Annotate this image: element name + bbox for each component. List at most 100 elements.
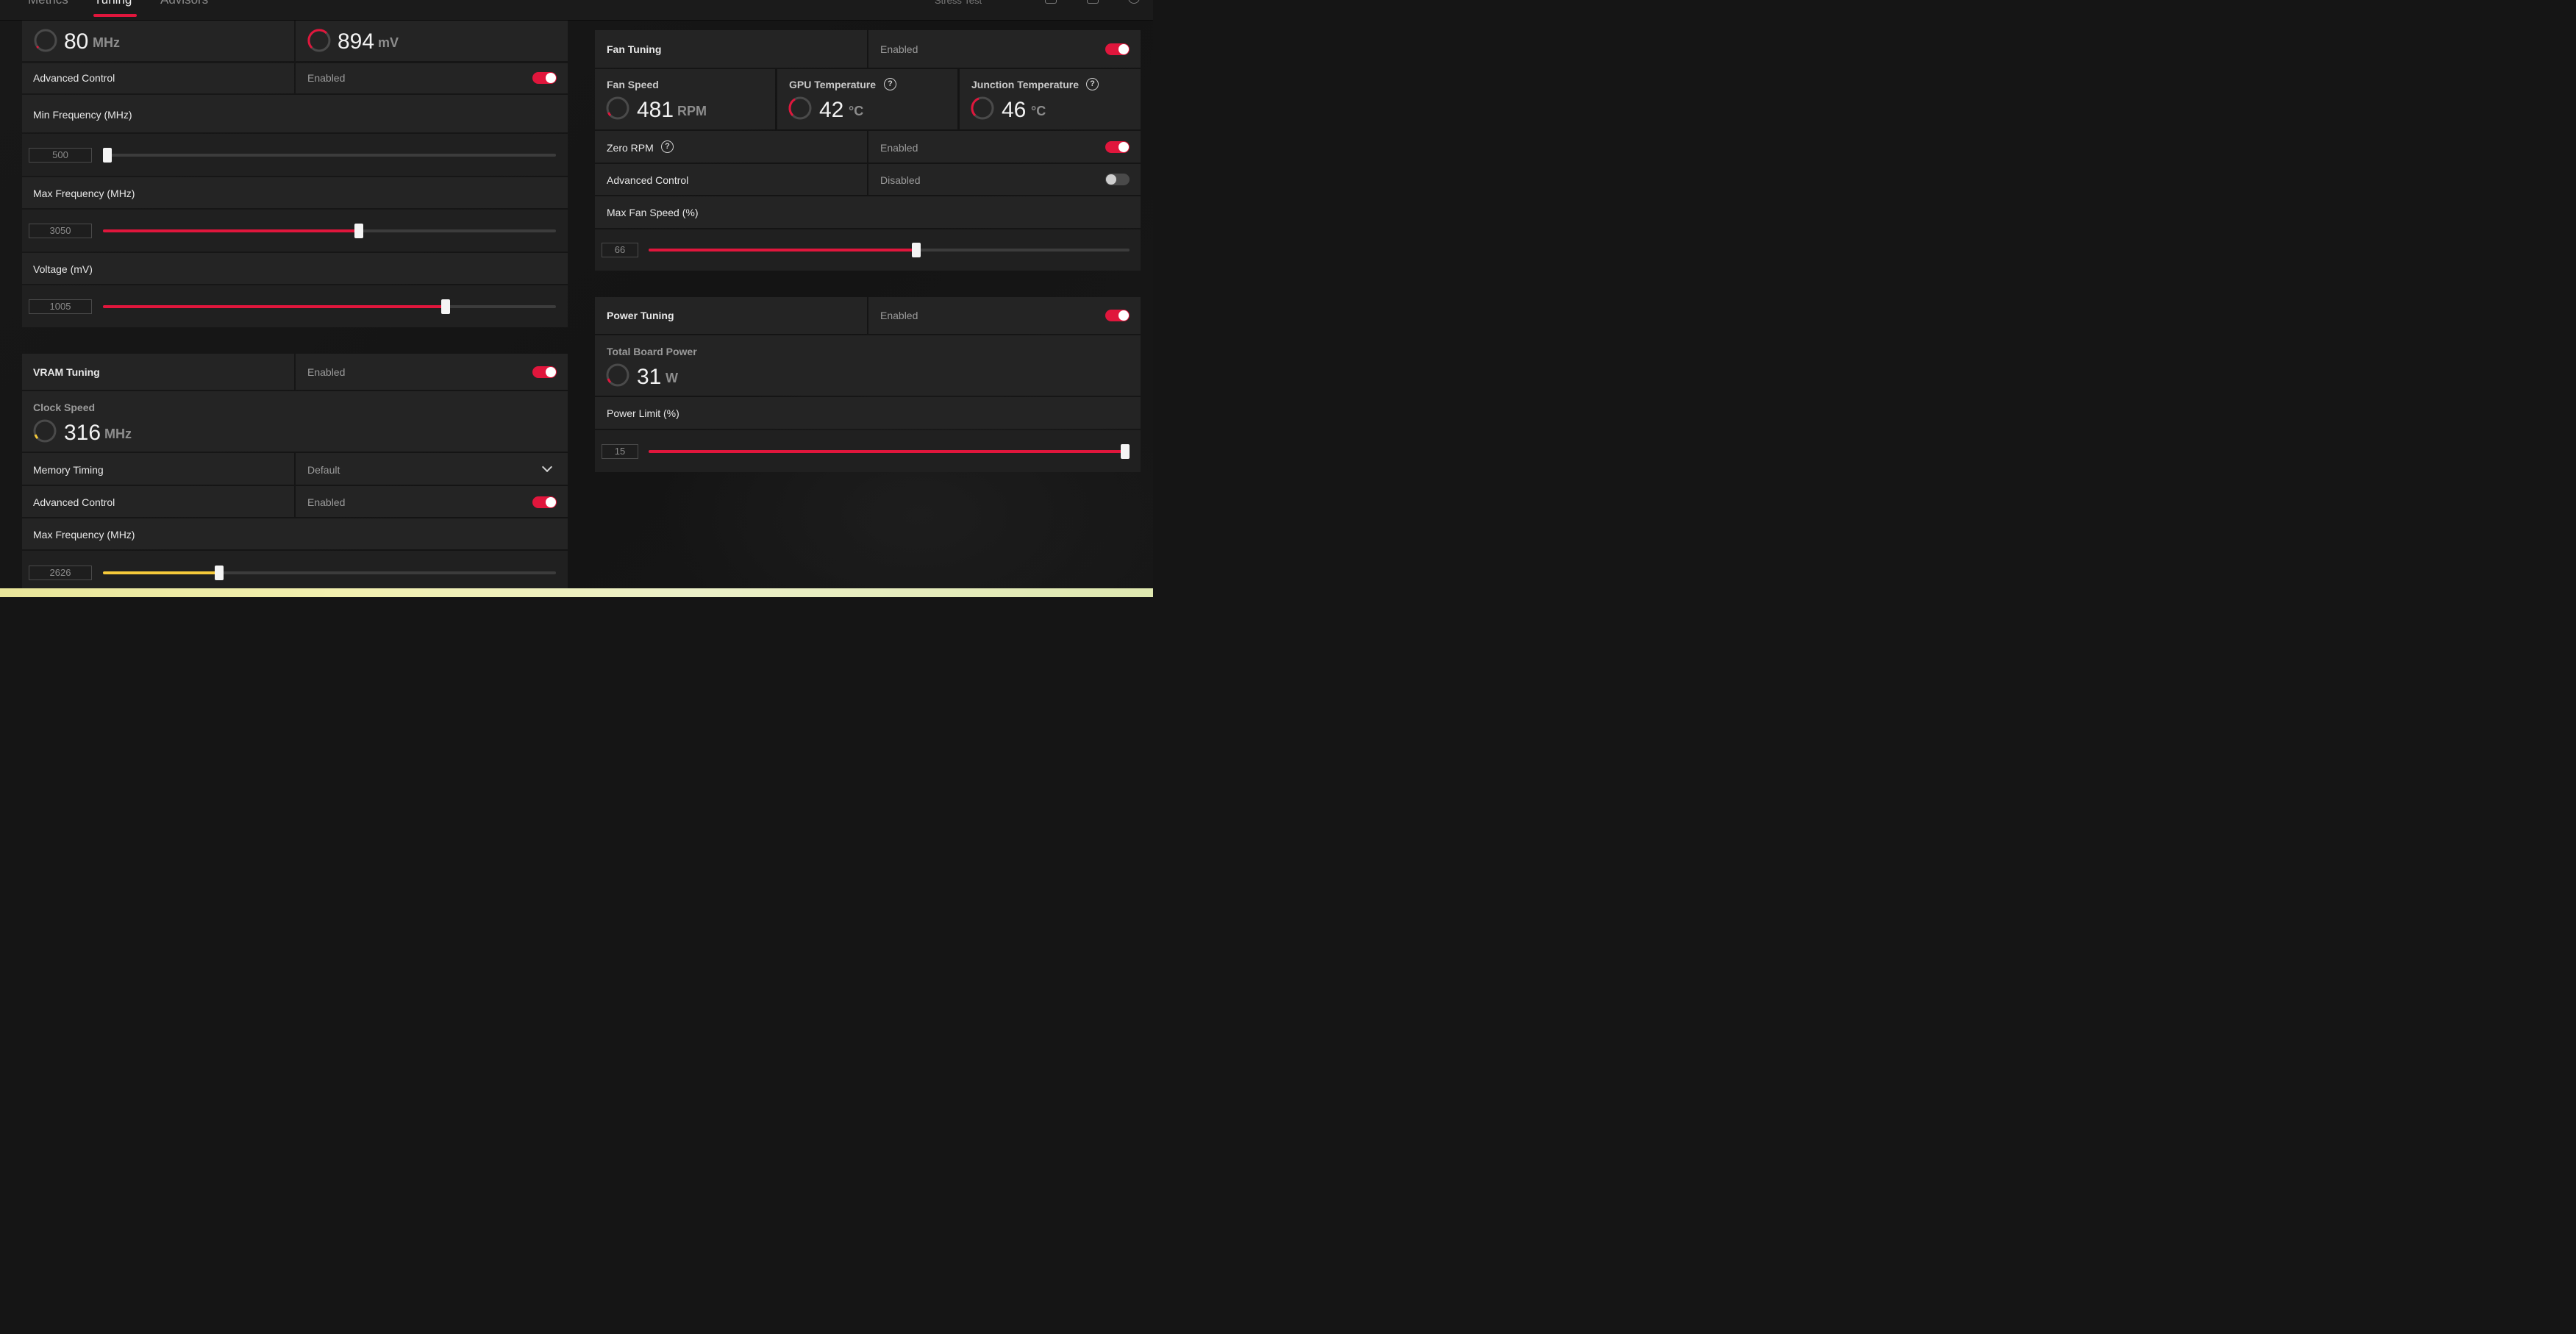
voltage-header: Voltage (mV) — [22, 253, 568, 284]
export-icon[interactable] — [1087, 0, 1099, 4]
junction-temperature-value: 46 — [1002, 98, 1027, 122]
board-power-unit: W — [666, 371, 678, 385]
max-fan-speed-input[interactable]: 66 — [602, 243, 638, 257]
fan-advanced-control-toggle[interactable] — [1105, 174, 1130, 185]
power-limit-thumb[interactable] — [1121, 444, 1130, 459]
max-frequency-thumb[interactable] — [354, 224, 363, 238]
tab-advisors[interactable]: Advisors — [160, 0, 208, 7]
active-tab-indicator — [93, 14, 137, 17]
voltage-slider[interactable] — [103, 299, 556, 314]
zero-rpm-help-icon[interactable]: ? — [661, 140, 674, 153]
gpu-advanced-control-toggle[interactable] — [532, 72, 557, 84]
junction-temperature-gauge-icon — [971, 96, 994, 120]
vram-max-frequency-slider-row: 2626 — [22, 551, 568, 588]
max-frequency-slider-row: 3050 — [22, 210, 568, 252]
max-fan-speed-header: Max Fan Speed (%) — [595, 196, 1141, 228]
gpu-temperature-label: GPU Temperature — [789, 79, 876, 90]
taskbar-strip — [0, 588, 1153, 597]
voltage-slider-row: 1005 — [22, 285, 568, 327]
vram-clock-gauge-icon — [33, 419, 57, 443]
max-frequency-slider[interactable] — [103, 224, 556, 238]
min-frequency-slider[interactable] — [103, 148, 556, 163]
clock-unit: MHz — [93, 35, 120, 50]
power-limit-slider-row: 15 — [595, 430, 1141, 472]
voltage-metric: 894 mV — [296, 21, 568, 61]
fan-advanced-control-label: Advanced Control — [607, 174, 689, 186]
vram-tuning-title: VRAM Tuning — [33, 366, 100, 378]
tab-metrics[interactable]: Metrics — [28, 0, 68, 7]
fan-tuning-state: Enabled — [880, 43, 918, 55]
vram-advanced-control-label: Advanced Control — [33, 496, 115, 508]
junction-temperature-help-icon[interactable]: ? — [1086, 78, 1099, 90]
max-frequency-header: Max Frequency (MHz) — [22, 177, 568, 208]
power-limit-header: Power Limit (%) — [595, 397, 1141, 429]
gpu-temperature-metric: GPU Temperature ? 42 °C — [777, 69, 957, 129]
vram-clock-value: 316 — [64, 421, 101, 445]
board-power-metric: Total Board Power 31 W — [595, 335, 1141, 396]
gpu-advanced-control-state: Enabled — [307, 72, 346, 84]
power-limit-input[interactable]: 15 — [602, 444, 638, 459]
voltage-value: 894 — [338, 29, 375, 54]
voltage-input[interactable]: 1005 — [29, 299, 92, 314]
clock-value: 80 — [64, 29, 89, 54]
board-power-label: Total Board Power — [607, 346, 697, 357]
max-frequency-label: Max Frequency (MHz) — [33, 188, 135, 199]
voltage-thumb[interactable] — [441, 299, 450, 314]
max-fan-speed-slider[interactable] — [649, 243, 1130, 257]
vram-max-frequency-slider[interactable] — [103, 566, 556, 580]
zero-rpm-state-row: Enabled — [868, 131, 1141, 163]
stress-test-label[interactable]: Stress Test — [935, 0, 982, 6]
vram-tuning-header: VRAM Tuning — [22, 354, 294, 390]
gpu-temperature-help-icon[interactable]: ? — [884, 78, 896, 90]
vram-advanced-control-row: Advanced Control — [22, 486, 294, 517]
min-frequency-header: Min Frequency (MHz) — [22, 95, 568, 132]
vram-advanced-control-toggle[interactable] — [532, 496, 557, 508]
vram-tuning-state-row: Enabled — [296, 354, 568, 390]
voltage-unit: mV — [378, 35, 399, 50]
fan-advanced-control-row: Advanced Control — [595, 164, 867, 195]
save-icon[interactable] — [1045, 0, 1057, 4]
memory-timing-dropdown[interactable]: Default — [296, 453, 568, 485]
max-fan-speed-thumb[interactable] — [912, 243, 921, 257]
vram-tuning-panel: VRAM Tuning Enabled Clock Speed 316 MHz … — [22, 354, 568, 588]
min-frequency-input[interactable]: 500 — [29, 148, 92, 163]
vram-max-frequency-input[interactable]: 2626 — [29, 566, 92, 580]
vram-max-frequency-thumb[interactable] — [215, 566, 224, 580]
zero-rpm-row: Zero RPM ? — [595, 131, 867, 163]
reset-icon[interactable] — [1128, 0, 1140, 4]
board-power-value: 31 — [637, 365, 662, 389]
junction-temperature-metric: Junction Temperature ? 46 °C — [960, 69, 1141, 129]
fan-tuning-toggle[interactable] — [1105, 43, 1130, 55]
more-options-icon[interactable]: ••• — [994, 0, 1009, 6]
gpu-temperature-value: 42 — [819, 98, 844, 122]
max-frequency-input[interactable]: 3050 — [29, 224, 92, 238]
fan-advanced-control-state: Disabled — [880, 174, 921, 186]
power-limit-slider[interactable] — [649, 444, 1130, 459]
max-fan-speed-label: Max Fan Speed (%) — [607, 207, 699, 218]
vram-clock-unit: MHz — [104, 427, 132, 441]
fan-advanced-control-state-row: Disabled — [868, 164, 1141, 195]
zero-rpm-state: Enabled — [880, 142, 918, 154]
fan-speed-metric: Fan Speed 481 RPM — [595, 69, 775, 129]
vram-tuning-state: Enabled — [307, 366, 346, 378]
min-frequency-thumb[interactable] — [103, 148, 112, 163]
tab-tuning[interactable]: Tuning — [94, 0, 132, 7]
zero-rpm-toggle[interactable] — [1105, 141, 1130, 153]
memory-timing-label: Memory Timing — [33, 464, 104, 476]
fan-speed-label: Fan Speed — [607, 79, 659, 90]
vram-max-frequency-header: Max Frequency (MHz) — [22, 518, 568, 549]
vram-advanced-control-state-row: Enabled — [296, 486, 568, 517]
power-tuning-toggle[interactable] — [1105, 310, 1130, 321]
board-power-gauge-icon — [606, 363, 629, 387]
gpu-advanced-control-label: Advanced Control — [33, 72, 115, 84]
zero-rpm-label: Zero RPM — [607, 142, 654, 154]
max-fan-speed-slider-row: 66 — [595, 229, 1141, 271]
gpu-advanced-control-row: Advanced Control — [22, 63, 294, 93]
power-tuning-panel: Power Tuning Enabled Total Board Power 3… — [595, 297, 1141, 472]
memory-timing-row: Memory Timing — [22, 453, 294, 485]
power-tuning-state: Enabled — [880, 310, 918, 321]
vram-tuning-toggle[interactable] — [532, 366, 557, 378]
min-frequency-label: Min Frequency (MHz) — [33, 109, 132, 121]
gpu-temperature-gauge-icon — [788, 96, 812, 120]
clock-speed-metric: 80 MHz — [22, 21, 294, 61]
